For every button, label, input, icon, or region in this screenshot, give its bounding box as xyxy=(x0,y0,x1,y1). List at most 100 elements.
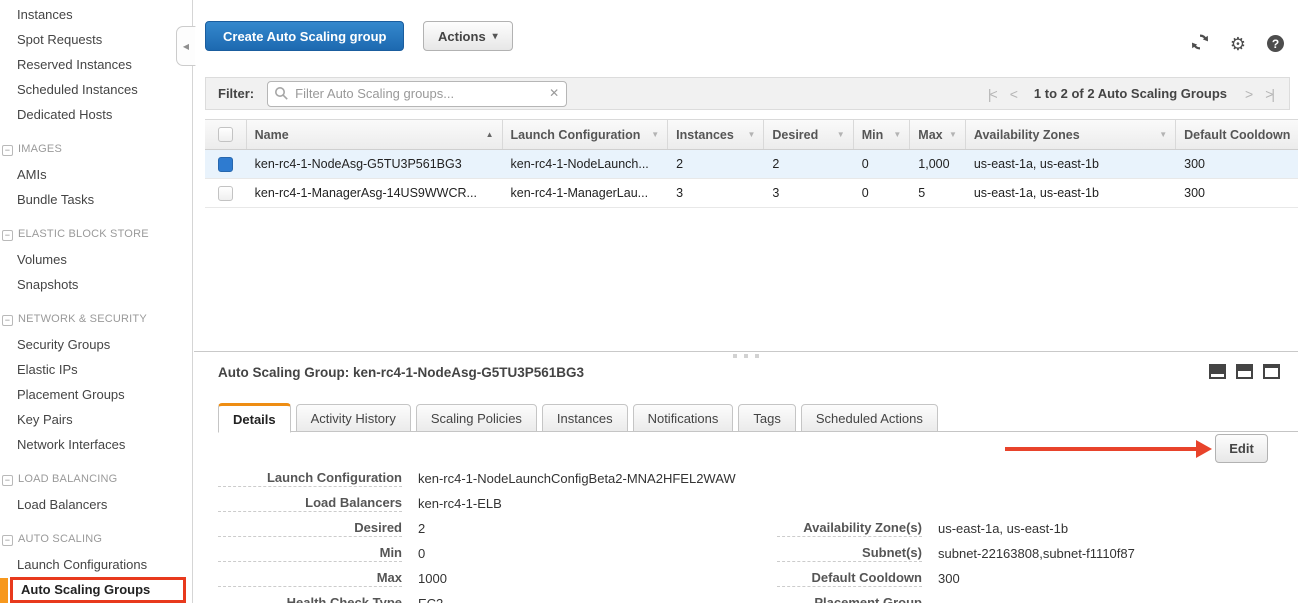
sidebar-item-instances[interactable]: Instances xyxy=(0,2,192,27)
sidebar-item-spot-requests[interactable]: Spot Requests xyxy=(0,27,192,52)
column-header-availability-zones[interactable]: Availability Zones▼ xyxy=(966,120,1176,149)
column-header-desired[interactable]: Desired▼ xyxy=(764,120,853,149)
sidebar-item-network-interfaces[interactable]: Network Interfaces xyxy=(0,432,192,457)
column-header-launch-configuration[interactable]: Launch Configuration▼ xyxy=(503,120,669,149)
filter-search-input[interactable] xyxy=(267,81,567,107)
table-body: ken-rc4-1-NodeAsg-G5TU3P561BG3ken-rc4-1-… xyxy=(205,150,1298,208)
sidebar-item-label: Launch Configurations xyxy=(17,557,147,572)
column-menu-icon[interactable]: ▼ xyxy=(949,130,957,139)
sidebar-item-load-balancers[interactable]: Load Balancers xyxy=(0,492,192,517)
last-page-button[interactable]: >| xyxy=(1265,86,1273,102)
table-row[interactable]: ken-rc4-1-ManagerAsg-14US9WWCR...ken-rc4… xyxy=(205,179,1298,208)
sidebar-item-label: Dedicated Hosts xyxy=(17,107,112,122)
first-page-button[interactable]: |< xyxy=(988,86,996,102)
cell-desired: 3 xyxy=(764,179,853,207)
layout-bottom-half-icon[interactable] xyxy=(1236,364,1253,379)
select-all-checkbox[interactable] xyxy=(218,127,233,142)
create-auto-scaling-group-button[interactable]: Create Auto Scaling group xyxy=(205,21,404,51)
sidebar-item-dedicated-hosts[interactable]: Dedicated Hosts xyxy=(0,102,192,127)
sidebar-section-label: ELASTIC BLOCK STORE xyxy=(18,228,149,240)
sidebar-collapse-toggle[interactable]: ◀ xyxy=(176,26,196,66)
tab-activity-history[interactable]: Activity History xyxy=(296,404,411,432)
column-header-default-cooldown[interactable]: Default Cooldown▼ xyxy=(1176,120,1298,149)
pagination: |< < 1 to 2 of 2 Auto Scaling Groups > >… xyxy=(988,86,1277,102)
sidebar-item-label: Security Groups xyxy=(17,337,110,352)
sidebar-section-label: IMAGES xyxy=(18,143,62,155)
detail-field-label: Load Balancers xyxy=(218,495,402,512)
sidebar-item-key-pairs[interactable]: Key Pairs xyxy=(0,407,192,432)
detail-field-value: EC2 xyxy=(418,596,443,603)
previous-page-button[interactable]: < xyxy=(1010,86,1016,102)
tab-details[interactable]: Details xyxy=(218,403,291,433)
row-checkbox[interactable] xyxy=(218,157,233,172)
cell-name: ken-rc4-1-NodeAsg-G5TU3P561BG3 xyxy=(247,150,503,178)
column-header-max[interactable]: Max▼ xyxy=(910,120,966,149)
detail-field-label: Launch Configuration xyxy=(218,470,402,487)
detail-field-value: ken-rc4-1-NodeLaunchConfigBeta2-MNA2HFEL… xyxy=(418,471,736,486)
collapse-minus-icon: − xyxy=(2,230,13,241)
column-header-instances[interactable]: Instances▼ xyxy=(668,120,764,149)
column-header-label: Min xyxy=(862,128,894,142)
layout-bottom-large-icon[interactable] xyxy=(1263,364,1280,379)
actions-button[interactable]: Actions ▾ xyxy=(423,21,513,51)
sidebar-item-bundle-tasks[interactable]: Bundle Tasks xyxy=(0,187,192,212)
refresh-icon[interactable] xyxy=(1191,33,1209,54)
column-header-min[interactable]: Min▼ xyxy=(854,120,911,149)
actions-button-label: Actions xyxy=(438,29,486,44)
panel-tabs: DetailsActivity HistoryScaling PoliciesI… xyxy=(218,403,1298,432)
sidebar-section-network-security[interactable]: −NETWORK & SECURITY xyxy=(0,307,192,332)
sidebar-item-label: Reserved Instances xyxy=(17,57,132,72)
sidebar-item-snapshots[interactable]: Snapshots xyxy=(0,272,192,297)
column-header-label: Availability Zones xyxy=(974,128,1159,142)
pane-layout-controls xyxy=(1209,364,1280,379)
column-header-name[interactable]: Name▲ xyxy=(247,120,503,149)
help-icon[interactable]: ? xyxy=(1267,35,1284,52)
sort-ascending-icon[interactable]: ▲ xyxy=(486,130,494,139)
annotation-arrow xyxy=(1005,447,1197,451)
tab-scaling-policies[interactable]: Scaling Policies xyxy=(416,404,537,432)
panel-resize-handle[interactable] xyxy=(733,354,759,358)
sidebar-item-placement-groups[interactable]: Placement Groups xyxy=(0,382,192,407)
cell-min: 0 xyxy=(854,150,911,178)
column-menu-icon[interactable]: ▼ xyxy=(747,130,755,139)
sidebar-section-label: AUTO SCALING xyxy=(18,533,102,545)
sidebar-item-scheduled-instances[interactable]: Scheduled Instances xyxy=(0,77,192,102)
column-menu-icon[interactable]: ▼ xyxy=(893,130,901,139)
tab-notifications[interactable]: Notifications xyxy=(633,404,734,432)
column-menu-icon[interactable]: ▼ xyxy=(1159,130,1167,139)
sidebar-item-volumes[interactable]: Volumes xyxy=(0,247,192,272)
sidebar-section-load-balancing[interactable]: −LOAD BALANCING xyxy=(0,467,192,492)
sidebar-section-images[interactable]: −IMAGES xyxy=(0,137,192,162)
details-right: Availability Zone(s)us-east-1a, us-east-… xyxy=(777,516,1135,603)
tab-instances[interactable]: Instances xyxy=(542,404,628,432)
sidebar-item-auto-scaling-groups[interactable]: Auto Scaling Groups xyxy=(10,577,186,603)
detail-field-label: Health Check Type xyxy=(218,595,402,603)
detail-field-value: subnet-22163808,subnet-f1110f87 xyxy=(938,546,1135,561)
gear-icon[interactable]: ⚙ xyxy=(1230,35,1246,53)
sidebar-item-label: Instances xyxy=(17,7,73,22)
tab-tags[interactable]: Tags xyxy=(738,404,795,432)
clear-search-icon[interactable]: ✕ xyxy=(549,86,559,100)
cell-default-cooldown: 300 xyxy=(1176,150,1298,178)
table-row[interactable]: ken-rc4-1-NodeAsg-G5TU3P561BG3ken-rc4-1-… xyxy=(205,150,1298,179)
collapse-minus-icon: − xyxy=(2,145,13,156)
sidebar-section-elastic-block-store[interactable]: −ELASTIC BLOCK STORE xyxy=(0,222,192,247)
chevron-left-icon: ◀ xyxy=(183,42,189,51)
sidebar-section-auto-scaling[interactable]: −AUTO SCALING xyxy=(0,527,192,552)
row-checkbox[interactable] xyxy=(218,186,233,201)
layout-bottom-small-icon[interactable] xyxy=(1209,364,1226,379)
next-page-button[interactable]: > xyxy=(1245,86,1251,102)
tab-scheduled-actions[interactable]: Scheduled Actions xyxy=(801,404,938,432)
cell-max: 5 xyxy=(910,179,966,207)
cell-launch-configuration: ken-rc4-1-NodeLaunch... xyxy=(503,150,669,178)
sidebar-item-amis[interactable]: AMIs xyxy=(0,162,192,187)
sidebar-item-reserved-instances[interactable]: Reserved Instances xyxy=(0,52,192,77)
column-menu-icon[interactable]: ▼ xyxy=(651,130,659,139)
column-menu-icon[interactable]: ▼ xyxy=(837,130,845,139)
detail-panel: Auto Scaling Group: ken-rc4-1-NodeAsg-G5… xyxy=(194,351,1298,603)
cell-desired: 2 xyxy=(764,150,853,178)
sidebar-item-elastic-ips[interactable]: Elastic IPs xyxy=(0,357,192,382)
sidebar-item-launch-configurations[interactable]: Launch Configurations xyxy=(0,552,192,577)
edit-button[interactable]: Edit xyxy=(1215,434,1268,463)
sidebar-item-security-groups[interactable]: Security Groups xyxy=(0,332,192,357)
